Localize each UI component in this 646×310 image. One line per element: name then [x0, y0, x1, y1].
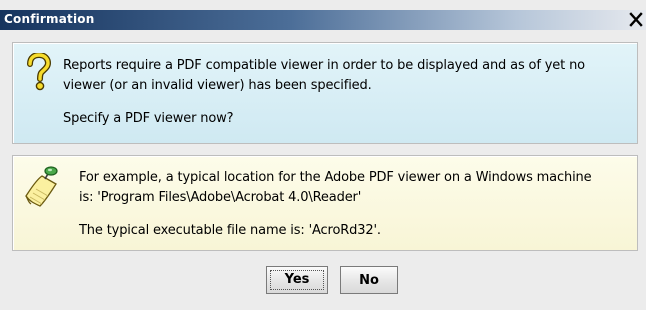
info-line-2: viewer (or an invalid viewer) has been s… — [63, 78, 372, 93]
info-message: Reports require a PDF compatible viewer … — [63, 56, 585, 129]
info-message-panel: Reports require a PDF compatible viewer … — [12, 42, 638, 144]
tip-line-2: is: 'Program Files\Adobe\Acrobat 4.0\Rea… — [79, 190, 362, 205]
yes-button-label: Yes — [284, 272, 310, 287]
confirmation-dialog: Confirmation Reports require a PDF compa… — [0, 0, 646, 310]
close-icon[interactable] — [629, 12, 643, 27]
window-title: Confirmation — [4, 12, 95, 26]
tip-message: For example, a typical location for the … — [79, 168, 592, 241]
no-button[interactable]: No — [340, 266, 398, 294]
note-pushpin-icon — [22, 166, 62, 210]
no-button-label: No — [359, 272, 379, 288]
tip-line-3: The typical executable file name is: 'Ac… — [79, 223, 381, 238]
yes-button[interactable]: Yes — [266, 266, 328, 294]
title-bar[interactable]: Confirmation — [0, 10, 646, 30]
tip-line-1: For example, a typical location for the … — [79, 170, 592, 185]
info-question: Specify a PDF viewer now? — [63, 111, 234, 126]
info-line-1: Reports require a PDF compatible viewer … — [63, 58, 585, 73]
tip-message-panel: For example, a typical location for the … — [12, 155, 638, 251]
question-mark-icon — [26, 51, 52, 91]
